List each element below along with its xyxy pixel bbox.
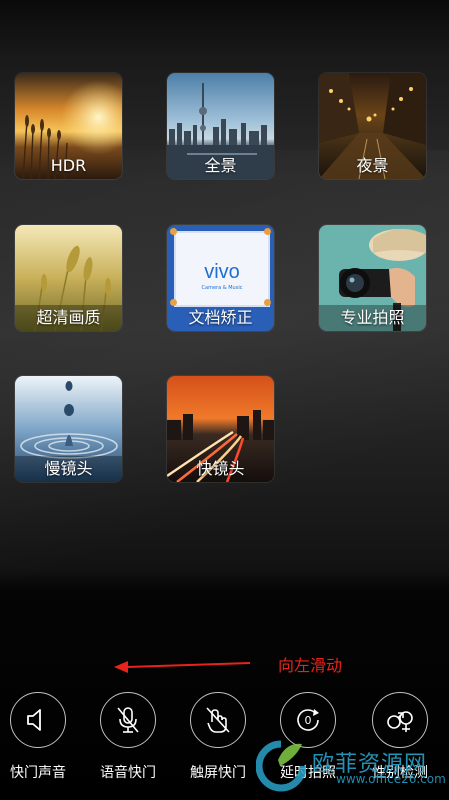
mode-tile-hdr[interactable]: HDR — [15, 73, 122, 179]
shutter-sound-button[interactable]: 快门声音 — [2, 690, 74, 781]
voice-shutter-label: 语音快门 — [100, 765, 156, 781]
mode-label: 慢镜头 — [15, 456, 122, 482]
mode-tile-ultra-hd[interactable]: 超清画质 — [15, 225, 122, 331]
mode-label: HDR — [50, 156, 87, 175]
mode-tile-panorama[interactable]: 全景 — [167, 73, 274, 179]
document-logo-subtext: Camera & Music — [201, 285, 243, 291]
mode-tile-document-correction[interactable]: vivo Camera & Music 文档矫正 — [167, 225, 274, 331]
watermark-url: www.office26.com — [336, 772, 446, 786]
mode-label: 夜景 — [356, 156, 389, 175]
microphone-muted-icon — [117, 707, 139, 733]
voice-shutter-ring — [100, 692, 156, 748]
mode-tile-time-lapse[interactable]: 快镜头 — [167, 376, 274, 482]
site-watermark: 欧菲资源网 www.office26.com — [252, 716, 449, 800]
mode-tile-slow-motion[interactable]: 慢镜头 — [15, 376, 122, 482]
touch-shutter-ring — [190, 692, 246, 748]
mode-label: 超清画质 — [15, 305, 122, 331]
mode-tile-pro-photo[interactable]: 专业拍照 — [319, 225, 426, 331]
swipe-left-arrow-icon — [114, 661, 251, 673]
mode-grid: HDR 全景 夜景 超清画质 vivo Camera & Music 文档矫正 … — [0, 0, 449, 600]
touch-shutter-label: 触屏快门 — [190, 765, 246, 781]
corner-marker-icon — [264, 228, 271, 235]
mode-label: 快镜头 — [196, 459, 245, 478]
voice-shutter-button[interactable]: 语音快门 — [92, 690, 164, 781]
mode-label: 文档矫正 — [188, 308, 253, 327]
touch-shutter-button[interactable]: 触屏快门 — [182, 690, 254, 781]
shutter-sound-ring — [10, 692, 66, 748]
document-logo-text: vivo — [204, 261, 240, 283]
touch-muted-icon — [206, 707, 230, 733]
swipe-hint-text: 向左滑动 — [278, 656, 343, 675]
speaker-icon — [27, 709, 41, 731]
mode-label: 专业拍照 — [319, 305, 426, 331]
mode-tile-night[interactable]: 夜景 — [319, 73, 426, 179]
shutter-sound-label: 快门声音 — [10, 765, 66, 781]
office-logo-icon — [256, 740, 306, 792]
mode-label: 全景 — [204, 156, 237, 175]
corner-marker-icon — [170, 228, 177, 235]
